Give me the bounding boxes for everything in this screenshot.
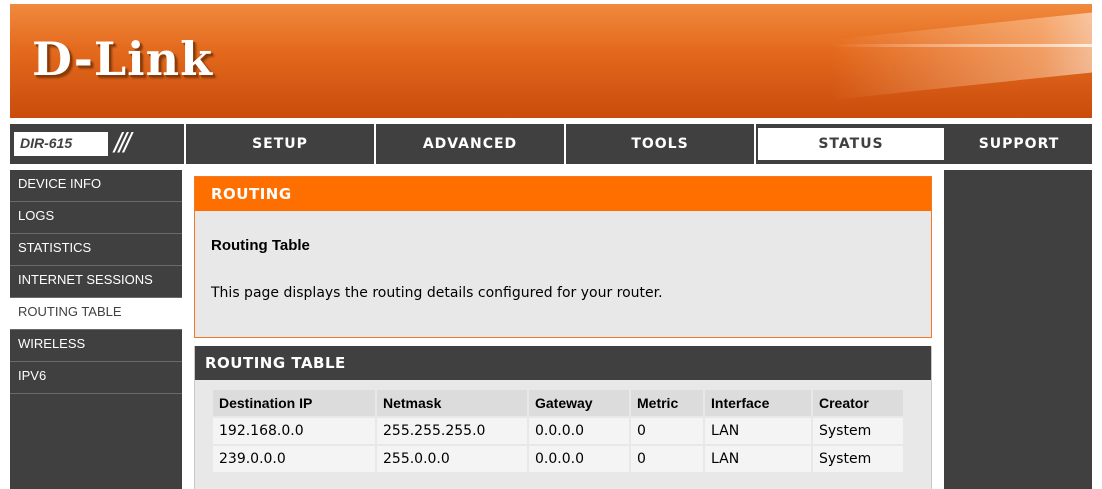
tab-tools[interactable]: TOOLS: [566, 124, 756, 164]
page-description: This page displays the routing details c…: [211, 285, 663, 301]
table-row: 192.168.0.0 255.255.255.0 0.0.0.0 0 LAN …: [213, 418, 903, 444]
column-header-creator: Creator: [813, 390, 903, 416]
routing-table-panel: ROUTING TABLE Destination IP Netmask Gat…: [194, 346, 932, 489]
tab-support[interactable]: SUPPORT: [946, 124, 1092, 164]
routing-header: ROUTING: [195, 177, 931, 211]
cell-destination-ip: 192.168.0.0: [213, 418, 375, 444]
sidebar: DEVICE INFO LOGS STATISTICS INTERNET SES…: [10, 170, 182, 489]
column-header-interface: Interface: [705, 390, 811, 416]
tab-status[interactable]: STATUS: [756, 126, 946, 162]
sidebar-item-logs[interactable]: LOGS: [10, 202, 182, 234]
cell-netmask: 255.255.255.0: [377, 418, 527, 444]
cell-netmask: 255.0.0.0: [377, 446, 527, 472]
column-header-metric: Metric: [631, 390, 703, 416]
page-title: Routing Table: [211, 237, 310, 254]
column-header-gateway: Gateway: [529, 390, 629, 416]
sidebar-item-wireless[interactable]: WIRELESS: [10, 330, 182, 362]
column-header-netmask: Netmask: [377, 390, 527, 416]
model-label: DIR-615: [14, 132, 108, 156]
cell-interface: LAN: [705, 418, 811, 444]
routing-table-header: ROUTING TABLE: [195, 346, 931, 380]
cell-gateway: 0.0.0.0: [529, 446, 629, 472]
slashes-decoration: ///: [114, 127, 131, 158]
table-row: 239.0.0.0 255.0.0.0 0.0.0.0 0 LAN System: [213, 446, 903, 472]
sidebar-item-statistics[interactable]: STATISTICS: [10, 234, 182, 266]
tab-advanced[interactable]: ADVANCED: [376, 124, 566, 164]
cell-creator: System: [813, 446, 903, 472]
header-banner: D-Link: [10, 4, 1092, 118]
banner-swoosh: [832, 44, 1092, 47]
cell-creator: System: [813, 418, 903, 444]
right-column: [944, 170, 1092, 489]
dlink-logo: D-Link: [32, 32, 213, 86]
table-header-row: Destination IP Netmask Gateway Metric In…: [213, 390, 903, 416]
cell-metric: 0: [631, 446, 703, 472]
routing-intro-panel: ROUTING Routing Table This page displays…: [194, 176, 932, 338]
cell-metric: 0: [631, 418, 703, 444]
model-badge: DIR-615 ///: [10, 124, 186, 164]
cell-interface: LAN: [705, 446, 811, 472]
top-nav: DIR-615 /// SETUP ADVANCED TOOLS STATUS …: [10, 124, 1092, 164]
sidebar-item-routing-table[interactable]: ROUTING TABLE: [10, 298, 182, 330]
routing-table: Destination IP Netmask Gateway Metric In…: [211, 388, 905, 474]
sidebar-item-device-info[interactable]: DEVICE INFO: [10, 170, 182, 202]
tab-setup[interactable]: SETUP: [186, 124, 376, 164]
sidebar-item-internet-sessions[interactable]: INTERNET SESSIONS: [10, 266, 182, 298]
cell-gateway: 0.0.0.0: [529, 418, 629, 444]
main-content: ROUTING Routing Table This page displays…: [188, 170, 938, 489]
column-header-destination-ip: Destination IP: [213, 390, 375, 416]
sidebar-item-ipv6[interactable]: IPV6: [10, 362, 182, 394]
cell-destination-ip: 239.0.0.0: [213, 446, 375, 472]
